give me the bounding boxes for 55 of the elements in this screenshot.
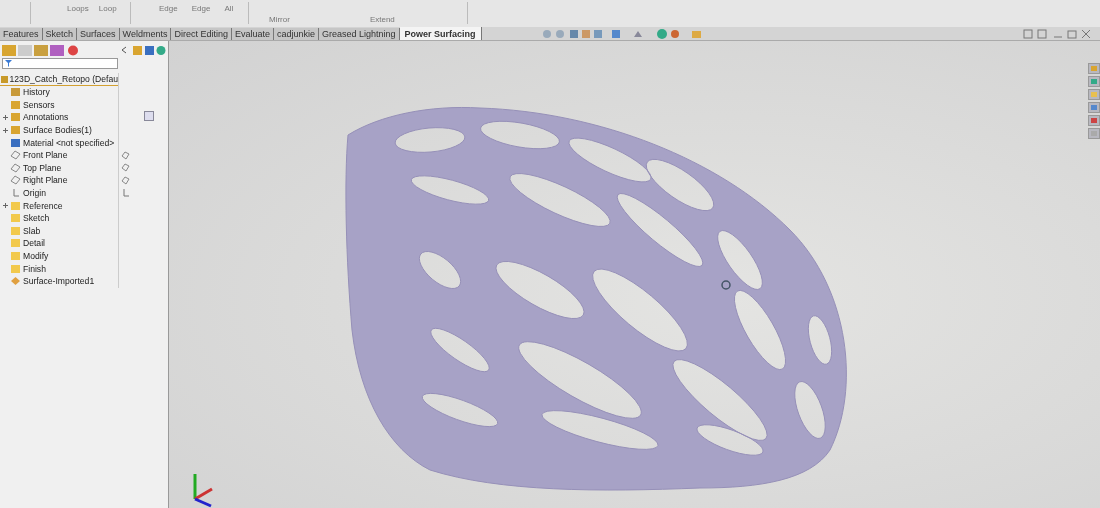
tree-item[interactable]: Reference bbox=[23, 200, 63, 211]
expand-toggle[interactable] bbox=[1, 126, 9, 134]
tree-item[interactable]: Modify bbox=[23, 251, 49, 261]
origin-icon bbox=[10, 188, 21, 199]
tree-item[interactable]: Surface Bodies(1) bbox=[23, 125, 92, 136]
expand-toggle[interactable] bbox=[1, 202, 9, 210]
ribbon-button[interactable]: Loops bbox=[67, 4, 89, 13]
rotate-cursor-icon bbox=[720, 279, 732, 291]
task-pane-tab-icon[interactable] bbox=[1088, 89, 1100, 100]
task-pane-tab-icon[interactable] bbox=[1088, 128, 1100, 139]
command-tab[interactable]: Greased Lightning bbox=[319, 28, 400, 40]
origin-icon bbox=[121, 188, 130, 198]
ribbon-button[interactable]: Extend bbox=[369, 15, 395, 24]
command-tab[interactable]: Direct Editing bbox=[171, 28, 232, 40]
task-pane-tab-icon[interactable] bbox=[1088, 102, 1100, 113]
filter-icon bbox=[5, 60, 12, 67]
part-name[interactable]: 123D_Catch_Retopo (Defau bbox=[9, 74, 118, 84]
display-pane-icon[interactable] bbox=[144, 111, 154, 121]
tree-item[interactable]: Front Plane bbox=[23, 150, 68, 161]
ribbon-button[interactable]: All bbox=[224, 4, 234, 13]
command-tab[interactable]: Sketch bbox=[42, 28, 78, 40]
tree-item[interactable]: History bbox=[23, 87, 50, 98]
tree-item[interactable]: Sketch bbox=[23, 213, 50, 224]
task-pane-tab-icon[interactable] bbox=[1088, 76, 1100, 87]
ribbon-button[interactable]: Edge bbox=[159, 4, 178, 13]
command-tab[interactable]: cadjunkie bbox=[274, 28, 320, 40]
tree-item[interactable]: Right Plane bbox=[23, 175, 68, 186]
command-tab[interactable]: Surfaces bbox=[77, 28, 120, 40]
command-tab[interactable]: Power Surfacing bbox=[399, 27, 482, 40]
tree-item[interactable]: Finish bbox=[23, 263, 46, 274]
command-tab[interactable]: Features bbox=[0, 28, 43, 40]
plane-icon bbox=[10, 175, 21, 186]
window-controls-icons[interactable] bbox=[1021, 28, 1092, 40]
command-tab[interactable]: Weldments bbox=[119, 28, 172, 40]
ribbon-button[interactable]: Loop bbox=[98, 4, 117, 13]
graphics-area[interactable] bbox=[169, 41, 1100, 508]
tree-item[interactable]: Sensors bbox=[23, 99, 55, 110]
plane-icon bbox=[10, 162, 21, 173]
command-tab[interactable]: Evaluate bbox=[231, 28, 274, 40]
helmet-model-drawing[interactable] bbox=[345, 107, 847, 491]
tree-item[interactable]: Annotations bbox=[23, 112, 69, 123]
ribbon-button[interactable]: Edge bbox=[191, 4, 211, 13]
tree-item[interactable]: Origin bbox=[23, 188, 46, 199]
task-pane-tab-icon[interactable] bbox=[1088, 115, 1100, 126]
tree-item[interactable]: Slab bbox=[23, 225, 41, 236]
tree-item[interactable]: Surface-Imported1 bbox=[23, 276, 95, 287]
tree-item[interactable]: Top Plane bbox=[23, 162, 62, 173]
tree-item[interactable]: Material <not specified> bbox=[23, 137, 115, 148]
expand-toggle[interactable] bbox=[1, 114, 9, 121]
ribbon-button[interactable]: Mirror bbox=[269, 15, 290, 24]
plane-icon bbox=[10, 150, 21, 161]
filter-field[interactable] bbox=[2, 58, 118, 69]
feature-icon bbox=[10, 276, 21, 287]
tree-item[interactable]: Detail bbox=[23, 238, 45, 249]
task-pane-tab-icon[interactable] bbox=[1088, 63, 1100, 74]
